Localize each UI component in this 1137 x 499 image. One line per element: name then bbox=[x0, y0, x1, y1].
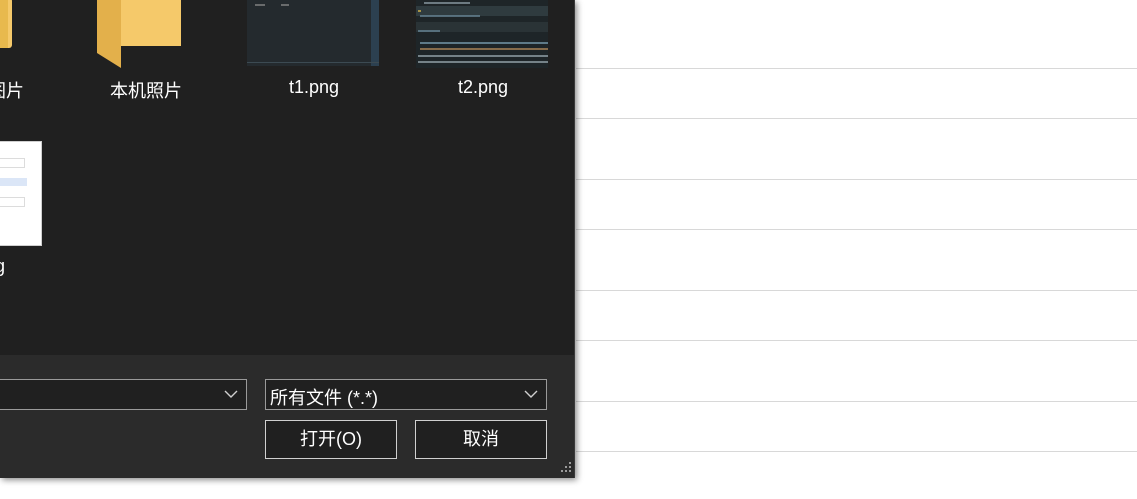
dialog-edge bbox=[574, 0, 575, 478]
image-thumbnail bbox=[416, 0, 548, 68]
dialog-footer: 所有文件 (*.*) 打开(O) 取消 bbox=[0, 355, 575, 478]
divider bbox=[576, 451, 1137, 452]
open-file-dialog: 图片 本机照片 t1.png bbox=[0, 0, 575, 478]
chevron-down-icon[interactable] bbox=[524, 389, 538, 399]
divider bbox=[576, 290, 1137, 291]
chevron-down-icon[interactable] bbox=[224, 389, 238, 399]
divider bbox=[576, 118, 1137, 119]
cancel-button[interactable]: 取消 bbox=[415, 420, 547, 459]
folder-icon bbox=[97, 0, 181, 68]
divider bbox=[576, 340, 1137, 341]
file-item-label: t2.png bbox=[457, 77, 509, 97]
file-item-label: g bbox=[0, 256, 5, 277]
file-item-label: 本机照片 bbox=[110, 81, 182, 101]
open-button[interactable]: 打开(O) bbox=[265, 420, 397, 459]
folder-icon bbox=[0, 0, 12, 48]
divider bbox=[576, 179, 1137, 180]
resize-grip-icon[interactable] bbox=[561, 462, 573, 474]
filetype-value: 所有文件 (*.*) bbox=[270, 388, 378, 408]
divider bbox=[576, 401, 1137, 402]
divider bbox=[576, 68, 1137, 69]
filetype-combobox[interactable]: 所有文件 (*.*) bbox=[265, 379, 547, 410]
filename-combobox[interactable] bbox=[0, 379, 247, 410]
image-thumbnail bbox=[0, 141, 42, 246]
file-item-label: 图片 bbox=[0, 81, 24, 101]
file-list: 图片 本机照片 t1.png bbox=[0, 0, 575, 355]
divider bbox=[576, 229, 1137, 230]
file-item-label: t1.png bbox=[288, 77, 340, 97]
image-thumbnail bbox=[247, 0, 379, 66]
